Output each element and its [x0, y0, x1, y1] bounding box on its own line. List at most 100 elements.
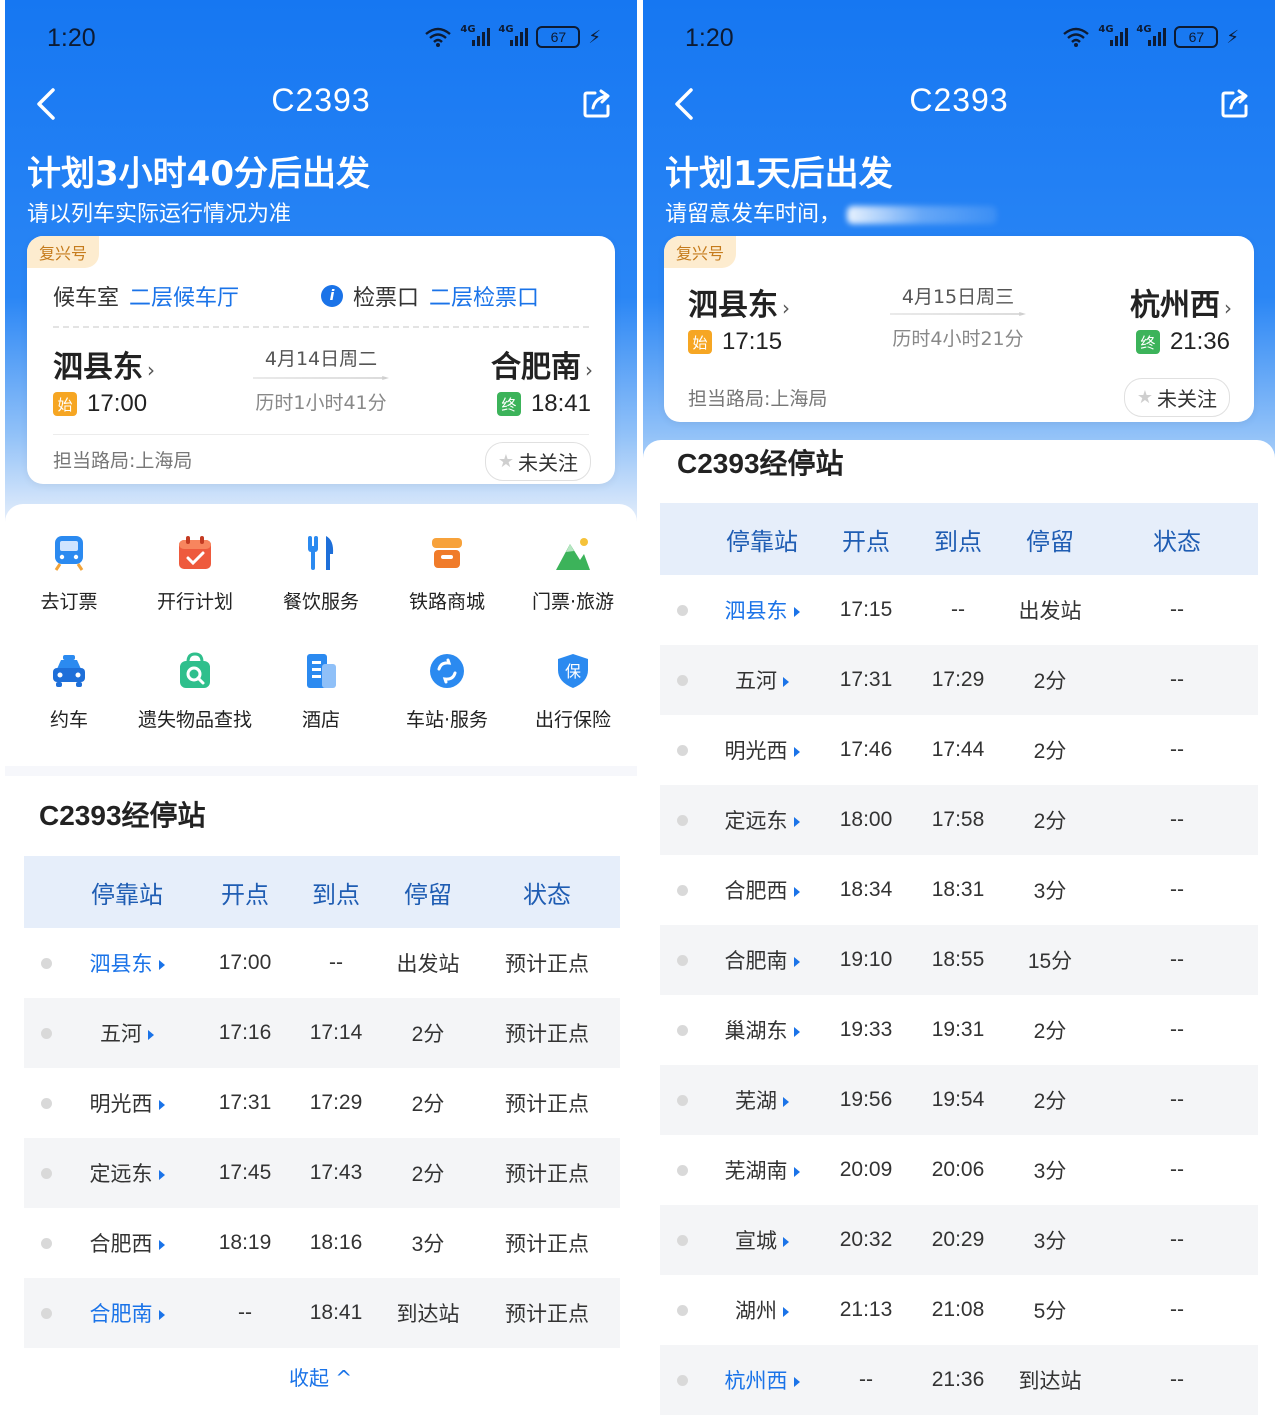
origin-station[interactable]: 泗县东 › — [53, 342, 155, 386]
cell-station[interactable]: 杭州西 — [660, 1345, 820, 1415]
timeline-dot — [677, 745, 688, 756]
cell-arrive-time: -- — [329, 951, 343, 974]
cell-stay-duration: 3分 — [1033, 1160, 1067, 1183]
origin-time-row: 始 17:15 — [688, 328, 782, 356]
cell-station[interactable]: 定远东 — [24, 1138, 200, 1208]
cell-station[interactable]: 明光西 — [24, 1068, 200, 1138]
railway-bureau: 担当路局:上海局 — [53, 450, 193, 472]
cell-stay-duration: 2分 — [382, 1138, 474, 1208]
cell-station[interactable]: 泗县东 — [24, 928, 200, 998]
caret-right-icon — [783, 677, 789, 688]
lost-bag-icon — [180, 652, 210, 688]
service-dining[interactable]: 餐饮服务 — [258, 534, 384, 614]
table-row: 杭州西 -- 21:36 到达站 -- — [660, 1345, 1258, 1415]
info-icon[interactable]: i — [321, 285, 344, 307]
service-travel-insurance[interactable]: 保 出行保险 — [510, 652, 636, 732]
header-arrive: 到点 — [290, 856, 382, 928]
caret-right-icon — [148, 1030, 154, 1041]
caret-right-icon — [158, 1170, 165, 1181]
cell-station[interactable]: 合肥南 — [660, 925, 820, 995]
cell-arrive-time: 17:43 — [290, 1138, 382, 1208]
caret-right-icon — [158, 1310, 165, 1321]
cell-stay-duration: 到达站 — [382, 1278, 474, 1348]
cell-station[interactable]: 合肥西 — [660, 855, 820, 925]
wifi-icon — [425, 27, 452, 47]
cell-station[interactable]: 五河 — [660, 645, 820, 715]
destination-time: 18:41 — [530, 390, 591, 417]
cell-status: -- — [1170, 878, 1184, 901]
destination-station[interactable]: 杭州西 › — [1130, 280, 1232, 324]
cell-arrive-time: 18:16 — [309, 1231, 363, 1254]
cell-station[interactable]: 芜湖 — [660, 1065, 820, 1135]
service-book-ticket[interactable]: 去订票 — [6, 534, 132, 614]
waiting-room-value[interactable]: 二层候车厅 — [129, 280, 239, 312]
timeline-dot — [41, 958, 52, 969]
cell-station[interactable]: 明光西 — [660, 715, 820, 785]
service-label: 开行计划 — [156, 591, 233, 613]
departure-countdown: 计划3小时40分后出发 — [27, 154, 370, 194]
origin-station[interactable]: 泗县东 › — [688, 280, 790, 324]
train-info-card: 复兴号 泗县东 › 始 17:15 4月15日周三 历时4小时21分 杭州西 › 终… — [664, 236, 1254, 422]
service-label: 酒店 — [301, 709, 340, 731]
timeline-dot — [41, 1098, 52, 1109]
follow-label: 未关注 — [518, 451, 578, 475]
cell-arrive-time: 18:41 — [290, 1278, 382, 1348]
origin-time-row: 始 17:00 — [53, 390, 147, 418]
train-type-badge: 复兴号 — [27, 236, 100, 268]
cell-stay-duration: 出发站 — [396, 953, 460, 976]
service-rail-shop[interactable]: 铁路商城 — [384, 534, 510, 614]
cell-depart-time: 19:10 — [820, 925, 912, 995]
header-depart: 开点 — [200, 856, 290, 928]
cell-stay-duration: 2分 — [1004, 785, 1096, 855]
cell-station[interactable]: 湖州 — [660, 1275, 820, 1345]
service-tickets-travel[interactable]: 门票·旅游 — [510, 534, 636, 614]
cell-station[interactable]: 泗县东 — [660, 575, 820, 645]
chevron-right-icon: › — [782, 296, 790, 320]
share-icon[interactable] — [1219, 88, 1251, 120]
service-hotel[interactable]: 酒店 — [258, 652, 384, 732]
cell-station[interactable]: 五河 — [24, 998, 200, 1068]
cell-depart-time: 17:46 — [839, 738, 893, 761]
cell-status: -- — [1096, 785, 1258, 855]
cell-stay-duration: 到达站 — [1004, 1345, 1096, 1415]
service-label: 出行保险 — [534, 709, 611, 731]
station-name: 泗县东 — [89, 953, 153, 976]
waiting-room-row: 候车室 二层候车厅 i 检票口 二层检票口 — [53, 280, 539, 312]
service-label: 去订票 — [40, 591, 98, 613]
cell-stay-duration: 2分 — [1033, 1020, 1067, 1043]
service-car-hailing[interactable]: 约车 — [6, 652, 132, 732]
table-row: 芜湖 19:56 19:54 2分 -- — [660, 1065, 1258, 1135]
train-icon — [54, 536, 84, 571]
cell-status: -- — [1096, 1345, 1258, 1415]
share-icon[interactable] — [581, 88, 613, 120]
cell-arrive-time: 20:06 — [931, 1158, 985, 1181]
calendar-icon — [179, 536, 211, 569]
caret-right-icon — [158, 1240, 165, 1251]
header-arrive: 到点 — [912, 503, 1004, 575]
service-grid: 去订票 开行计划 餐饮服务 铁路商城 门票·旅游 约车 遗失物品查找 酒店 车站… — [5, 504, 637, 766]
caret-right-icon — [783, 1237, 789, 1248]
cell-station[interactable]: 宣城 — [660, 1205, 820, 1275]
follow-button[interactable]: ★ 未关注 — [484, 442, 591, 481]
cell-status: 预计正点 — [505, 1093, 589, 1116]
destination-station[interactable]: 合肥南 › — [491, 342, 593, 386]
cell-station[interactable]: 合肥西 — [24, 1208, 200, 1278]
table-row: 明光西 17:31 17:29 2分 预计正点 — [24, 1068, 620, 1138]
cell-station[interactable]: 合肥南 — [24, 1278, 200, 1348]
stops-title: C2393经停站 — [677, 448, 844, 479]
start-tag: 始 — [53, 392, 77, 416]
service-schedule[interactable]: 开行计划 — [132, 534, 258, 614]
cell-station[interactable]: 芜湖南 — [660, 1135, 820, 1205]
follow-button[interactable]: ★ 未关注 — [1123, 378, 1230, 417]
waiting-room-label: 候车室 — [53, 286, 120, 311]
timeline-dot — [677, 955, 688, 966]
service-lost-found[interactable]: 遗失物品查找 — [132, 652, 258, 732]
status-icons: 4G 4G 67 ⚡ — [424, 24, 601, 48]
gate-value[interactable]: 二层检票口 — [429, 280, 539, 312]
cell-station[interactable]: 巢湖东 — [660, 995, 820, 1065]
station-name: 定远东 — [89, 1163, 153, 1186]
collapse-button[interactable]: 收起 ^ — [289, 1362, 352, 1391]
service-station-service[interactable]: 车站·服务 — [384, 652, 510, 732]
cell-station[interactable]: 定远东 — [660, 785, 820, 855]
signal-icon: 4G — [1098, 24, 1129, 46]
